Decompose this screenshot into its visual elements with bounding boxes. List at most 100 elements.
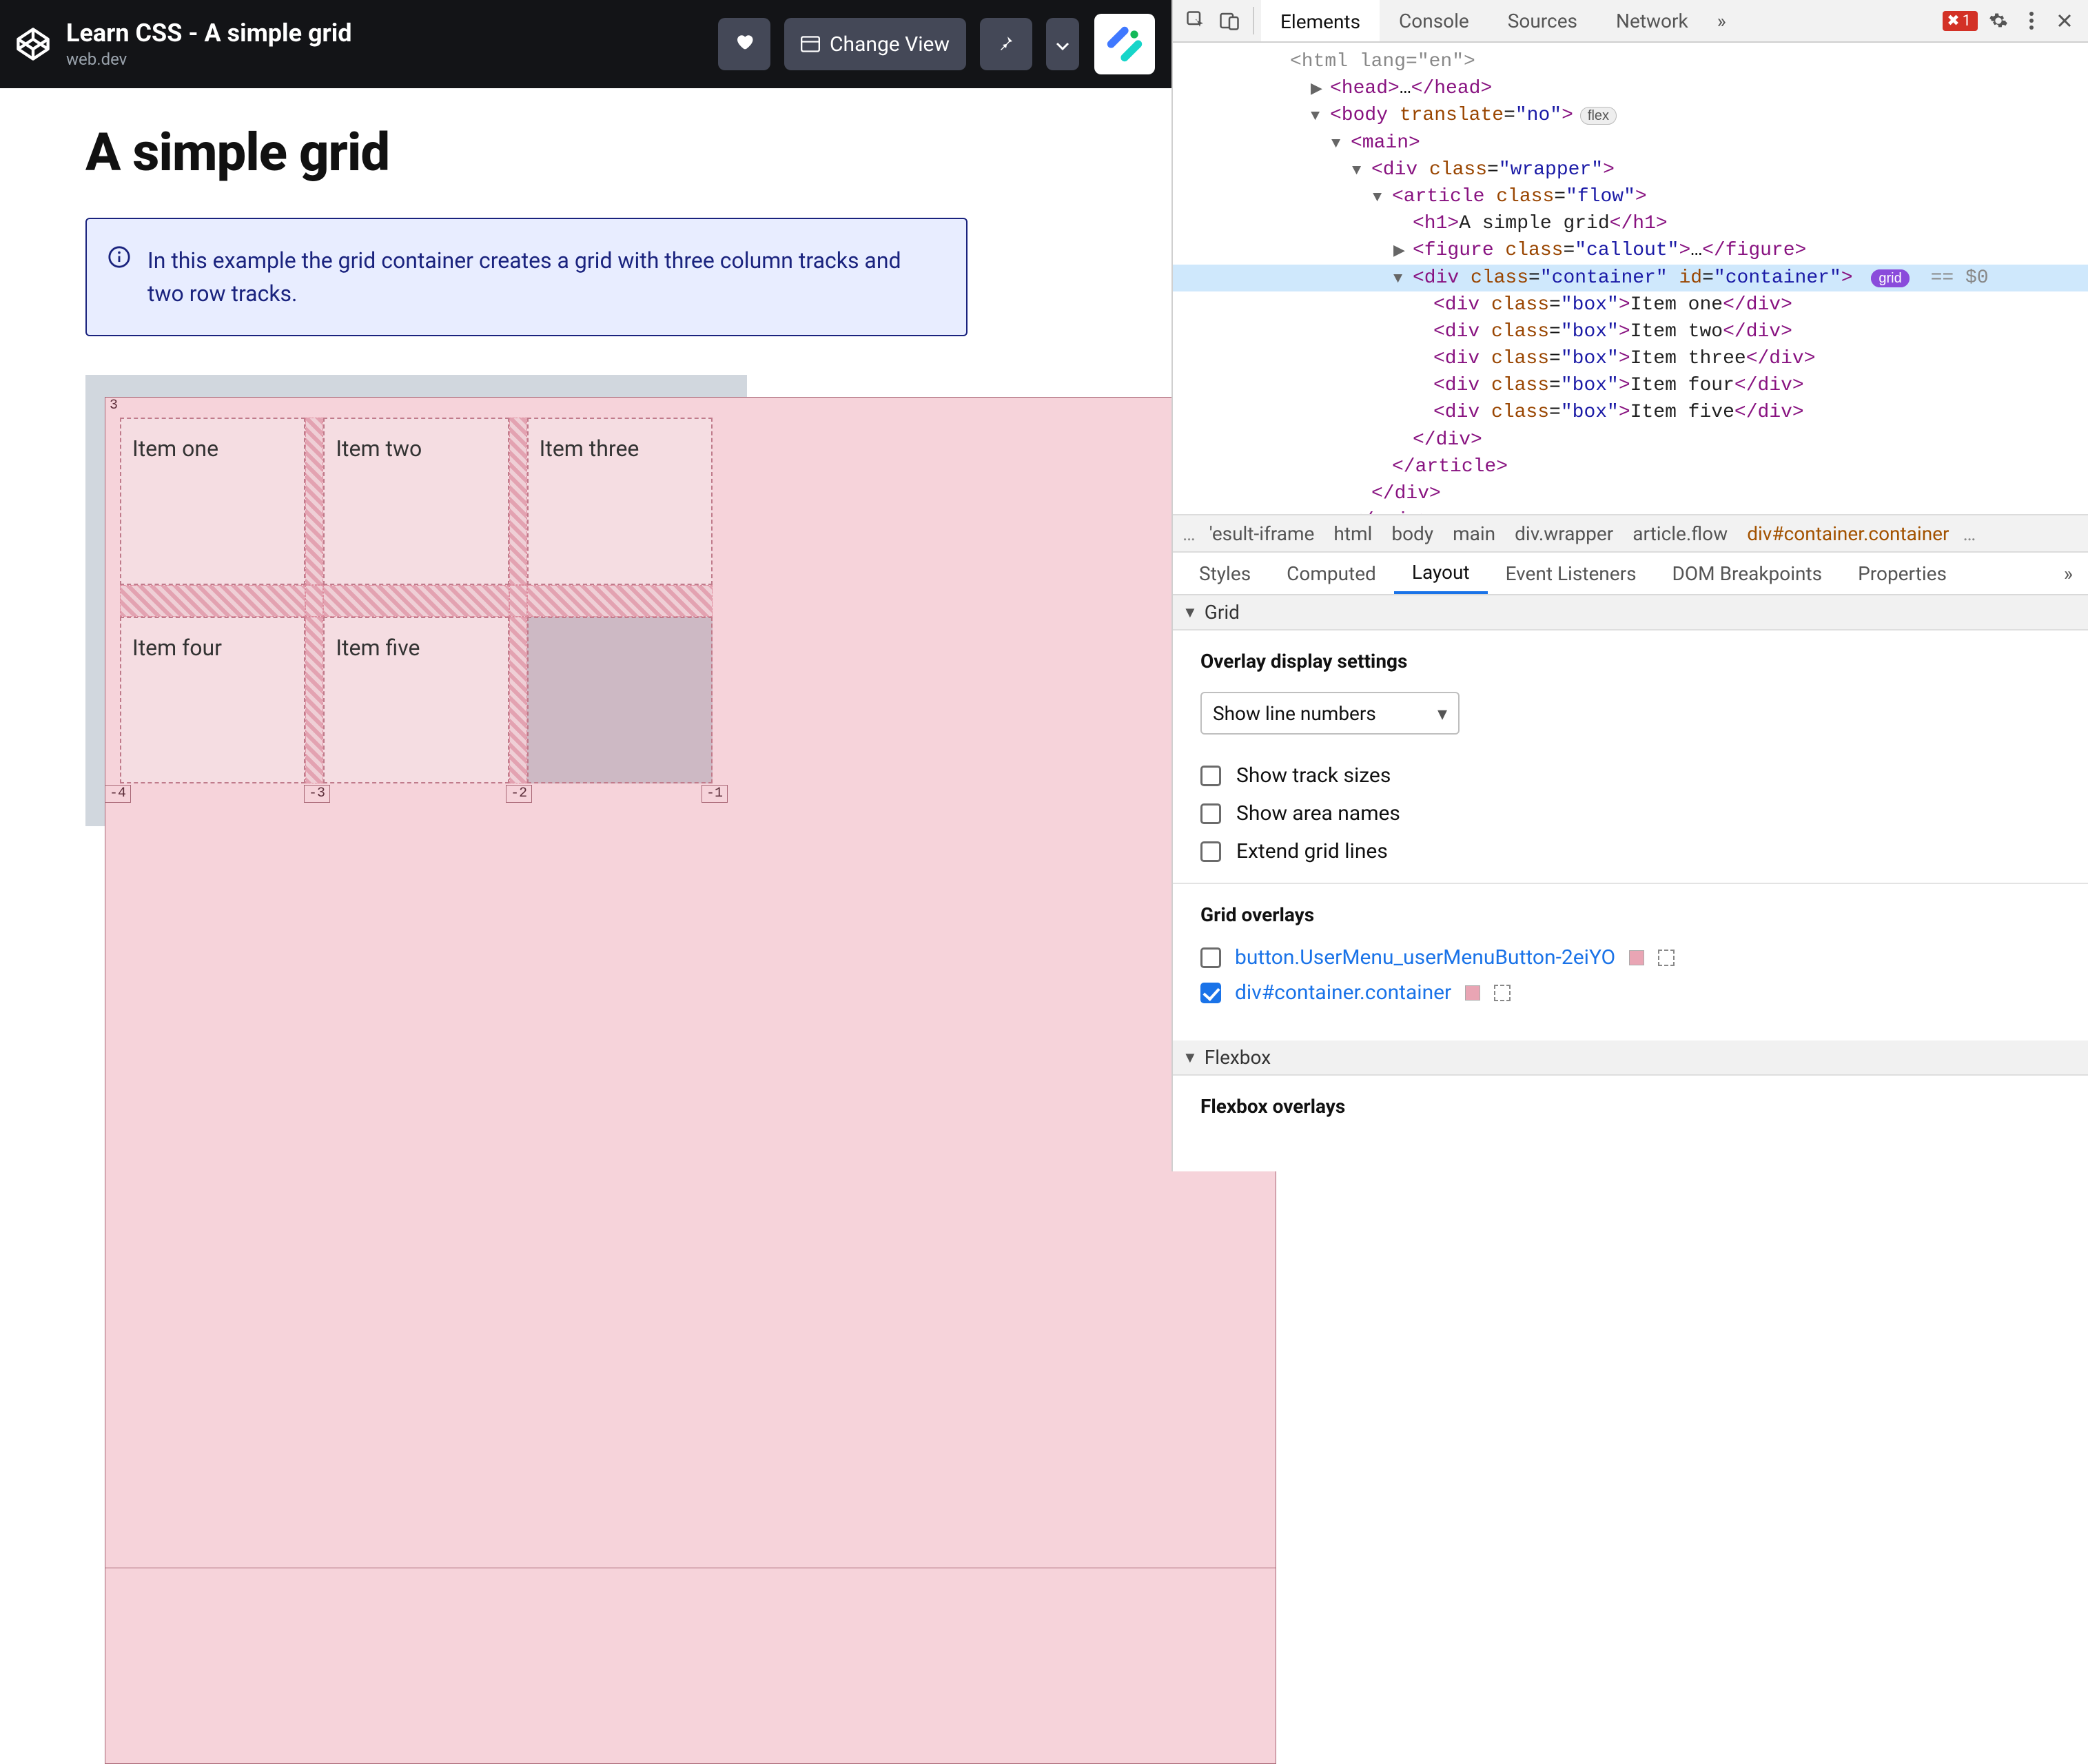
gear-icon[interactable]	[1985, 7, 2012, 34]
breadcrumb-item[interactable]: article.flow	[1623, 520, 1737, 548]
dom-node[interactable]: </div>	[1173, 480, 2088, 507]
grid-pill[interactable]: grid	[1871, 269, 1909, 287]
flex-pill[interactable]: flex	[1580, 107, 1617, 125]
devtools-toolbar: Elements Console Sources Network » ✖ 1	[1173, 0, 2088, 43]
change-view-label: Change View	[830, 32, 950, 57]
dom-node[interactable]: <div class="box">Item four</div>	[1173, 372, 2088, 399]
dom-node[interactable]: </div>	[1173, 427, 2088, 453]
tab-sources[interactable]: Sources	[1488, 0, 1597, 41]
dom-node[interactable]: ▶<figure class="callout">…</figure>	[1173, 237, 2088, 264]
grid-section-header[interactable]: ▼ Grid	[1173, 595, 2088, 630]
dom-node[interactable]: ▼<article class="flow">	[1173, 183, 2088, 210]
close-icon[interactable]	[2051, 7, 2078, 34]
grid-cell: Item one	[120, 418, 305, 585]
pin-dropdown-button[interactable]	[1046, 18, 1079, 70]
breadcrumb-item[interactable]: html	[1324, 520, 1382, 548]
subpane-tabs: Styles Computed Layout Event Listeners D…	[1173, 553, 2088, 595]
subtab-dombreakpoints[interactable]: DOM Breakpoints	[1655, 553, 1841, 594]
flexbox-section-title: Flexbox	[1205, 1046, 1271, 1069]
avatar-icon	[1105, 25, 1144, 63]
pin-icon	[998, 32, 1014, 57]
grid-section-body: Overlay display settings Show line numbe…	[1173, 630, 2088, 1040]
line-numbers-select[interactable]: Show line numbers ▾	[1200, 692, 1460, 735]
dom-node[interactable]: <div class="box">Item two</div>	[1173, 318, 2088, 345]
tab-elements[interactable]: Elements	[1261, 0, 1380, 41]
overlay-checkbox[interactable]	[1200, 983, 1221, 1003]
breadcrumb-item-current[interactable]: div#container.container	[1737, 520, 1958, 548]
tab-network[interactable]: Network	[1597, 0, 1708, 41]
kebab-icon[interactable]	[2018, 7, 2045, 34]
flexbox-section-body: Flexbox overlays	[1173, 1076, 2088, 1137]
avatar-button[interactable]	[1094, 14, 1155, 74]
breadcrumb-item[interactable]: 'esult-iframe	[1200, 520, 1324, 548]
layout-icon	[801, 36, 820, 52]
color-swatch[interactable]	[1465, 985, 1480, 1001]
grid-gap	[305, 617, 323, 784]
overlay-row: div#container.container	[1200, 981, 2060, 1005]
grid-gap	[509, 585, 527, 617]
grid-cell: Item five	[323, 617, 509, 784]
codepen-pane: Learn CSS - A simple grid web.dev Change…	[0, 0, 1171, 1171]
pin-button[interactable]	[980, 18, 1032, 70]
checkbox-track-sizes[interactable]	[1200, 766, 1221, 786]
dom-node[interactable]: ▶<head>…</head>	[1173, 75, 2088, 102]
subtab-computed[interactable]: Computed	[1269, 553, 1394, 594]
tabs-overflow[interactable]: »	[1708, 0, 1736, 41]
change-view-button[interactable]: Change View	[784, 18, 966, 70]
breadcrumb-item[interactable]: div.wrapper	[1505, 520, 1623, 548]
overlay-options-icon[interactable]	[1658, 950, 1675, 966]
checkbox-area-names[interactable]	[1200, 803, 1221, 824]
dom-node[interactable]: <html lang="en">	[1173, 48, 2088, 75]
subtabs-overflow[interactable]: »	[2057, 553, 2080, 594]
titles: Learn CSS - A simple grid web.dev	[66, 20, 352, 68]
dom-node[interactable]: ▼<div class="wrapper">	[1173, 156, 2088, 183]
dom-node[interactable]: ▼<body translate="no">flex	[1173, 102, 2088, 129]
heart-icon	[734, 31, 755, 57]
subtab-properties[interactable]: Properties	[1840, 553, 1965, 594]
grid-cell: Item three	[527, 418, 713, 585]
flexbox-overlays-title: Flexbox overlays	[1200, 1095, 2060, 1118]
dom-tree[interactable]: <html lang="en"> ▶<head>…</head> ▼<body …	[1173, 43, 2088, 514]
overlay-options-icon[interactable]	[1494, 985, 1511, 1001]
overlay-settings-title: Overlay display settings	[1200, 650, 2060, 673]
check-row: Show area names	[1200, 801, 2060, 825]
error-count: 1	[1963, 12, 1971, 30]
device-toggle-icon[interactable]	[1216, 7, 1243, 34]
dom-node[interactable]: </article>	[1173, 453, 2088, 480]
heart-button[interactable]	[718, 18, 770, 70]
checkbox-extend-lines[interactable]	[1200, 841, 1221, 862]
subtab-styles[interactable]: Styles	[1181, 553, 1269, 594]
dom-node[interactable]: <div class="box">Item three</div>	[1173, 345, 2088, 372]
subtab-layout[interactable]: Layout	[1394, 553, 1488, 594]
grid-col-label: -3	[304, 785, 330, 803]
dom-node[interactable]: <div class="box">Item one</div>	[1173, 291, 2088, 318]
inspect-icon[interactable]	[1183, 7, 1210, 34]
breadcrumb-item[interactable]: main	[1443, 520, 1505, 548]
error-icon: ✖	[1947, 12, 1959, 30]
grid-col-label: -1	[702, 785, 728, 803]
breadcrumb-item[interactable]: body	[1382, 520, 1443, 548]
breadcrumb-overflow[interactable]: …	[1178, 522, 1200, 545]
flexbox-section-header[interactable]: ▼ Flexbox	[1173, 1040, 2088, 1076]
overlay-selector[interactable]: button.UserMenu_userMenuButton-2eiYO	[1235, 945, 1615, 970]
breadcrumb-overflow[interactable]: …	[1959, 522, 1980, 545]
dom-node-selected[interactable]: ⋯ ▼<div class="container" id="container"…	[1173, 265, 2088, 291]
check-row: Show track sizes	[1200, 763, 2060, 788]
dom-node[interactable]: <h1>A simple grid</h1>	[1173, 210, 2088, 237]
dom-node[interactable]: ▼<main>	[1173, 130, 2088, 156]
check-label: Extend grid lines	[1236, 839, 1388, 863]
overlay-selector[interactable]: div#container.container	[1235, 981, 1451, 1005]
grid-gap	[323, 585, 509, 617]
disclosure-triangle-icon: ▼	[1183, 604, 1198, 622]
check-label: Show area names	[1236, 801, 1400, 825]
dom-node[interactable]: </main>	[1173, 507, 2088, 514]
overlay-checkbox[interactable]	[1200, 947, 1221, 968]
dom-node[interactable]: <div class="box">Item five</div>	[1173, 399, 2088, 426]
subtab-eventlisteners[interactable]: Event Listeners	[1488, 553, 1655, 594]
grid-overlays-title: Grid overlays	[1200, 903, 2060, 926]
error-badge[interactable]: ✖ 1	[1943, 11, 1978, 31]
tab-console[interactable]: Console	[1380, 0, 1488, 41]
grid-cell: Item two	[323, 418, 509, 585]
chevron-down-icon: ▾	[1437, 702, 1447, 725]
color-swatch[interactable]	[1629, 950, 1644, 965]
